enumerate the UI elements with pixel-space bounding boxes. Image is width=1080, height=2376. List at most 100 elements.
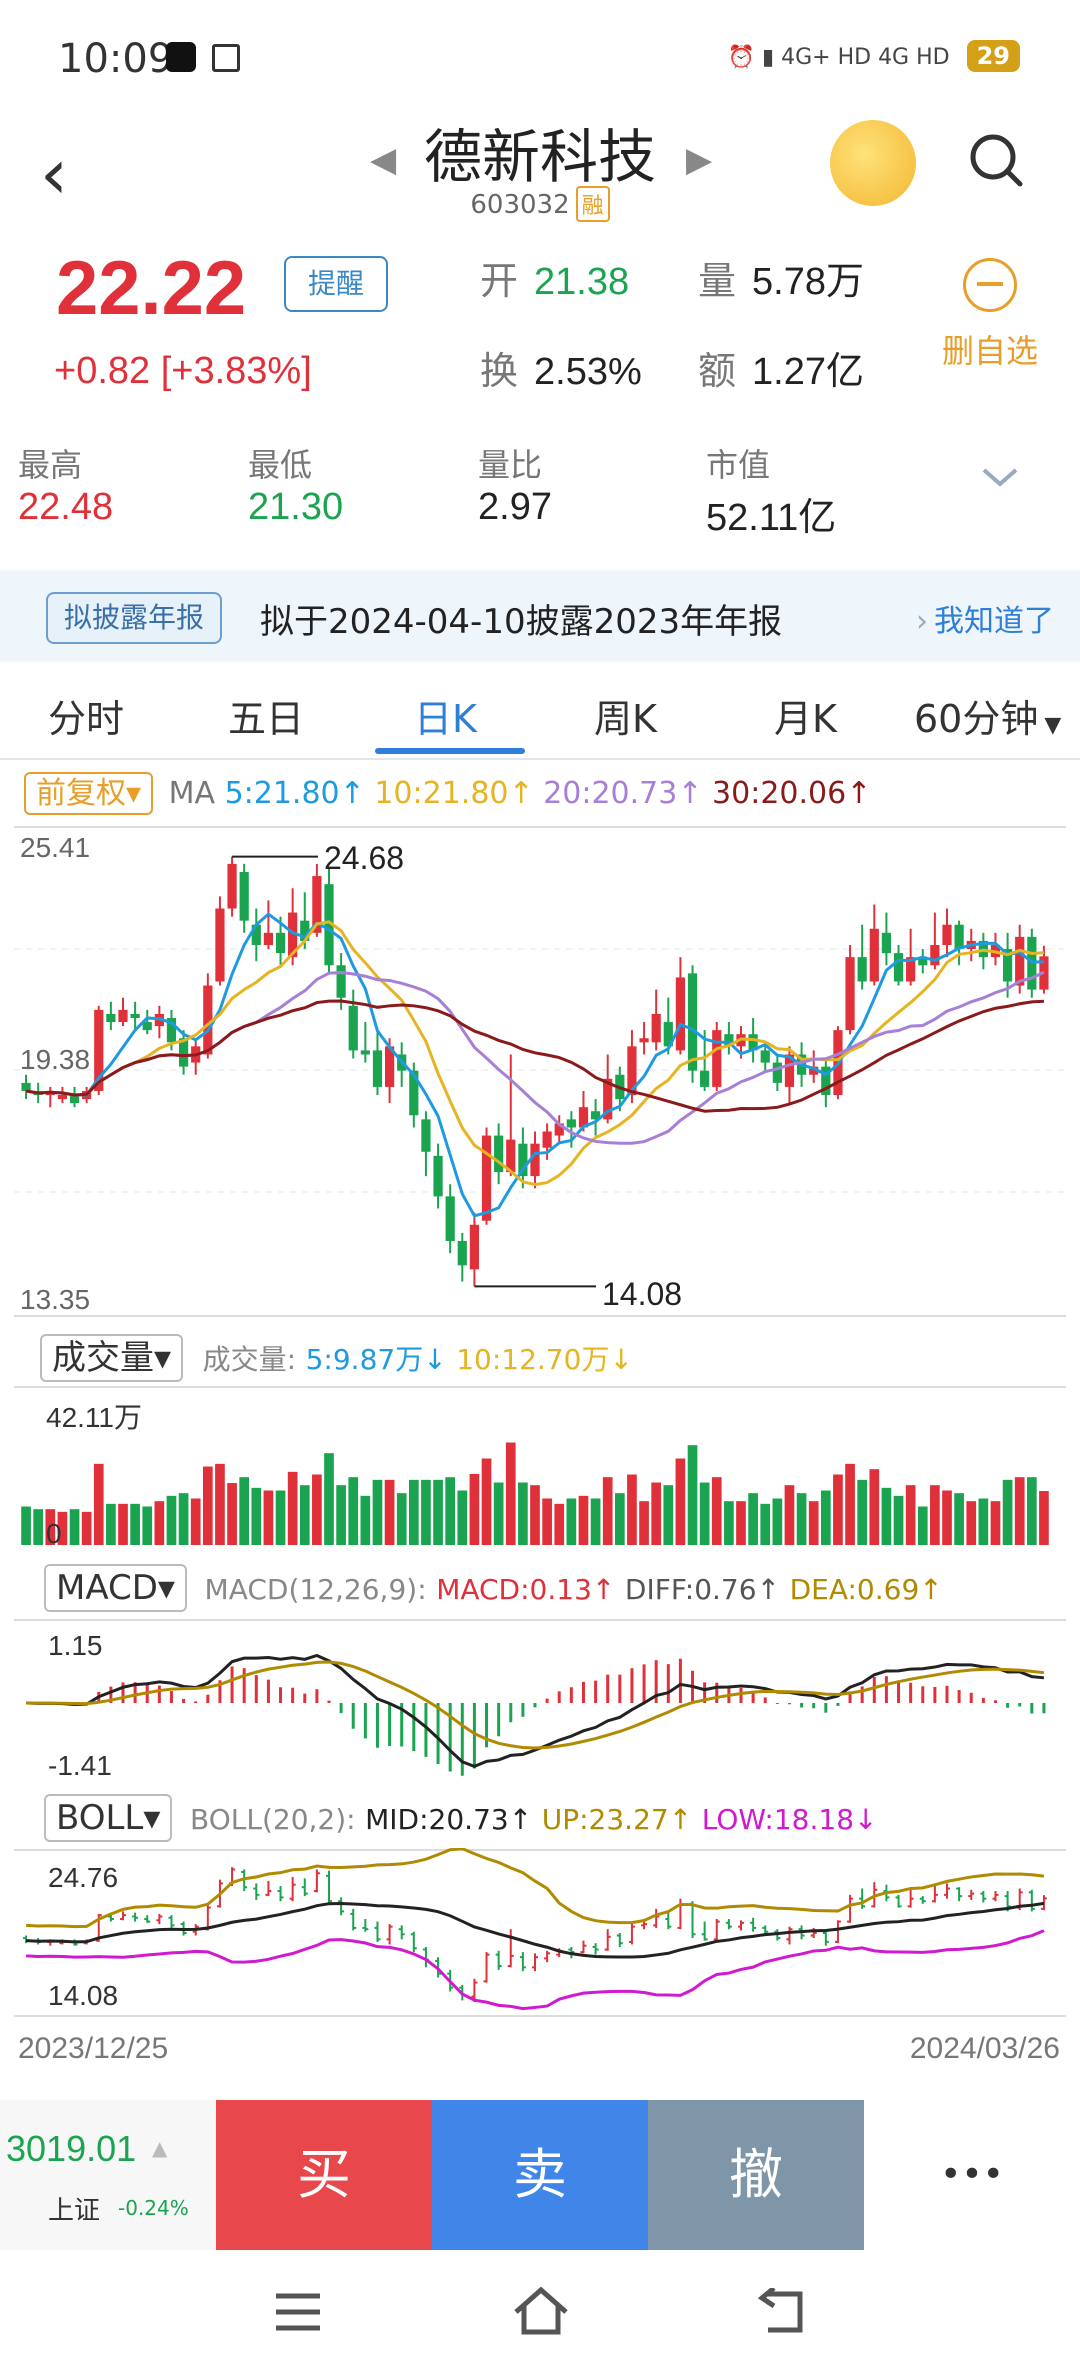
next-stock-icon[interactable]: ▶ bbox=[686, 140, 712, 180]
high-annotation: 24.68 bbox=[324, 840, 405, 876]
stock-code-row: 603032 融 bbox=[0, 186, 1080, 222]
y-axis-top: 25.41 bbox=[20, 832, 91, 863]
volume-y-zero: 0 bbox=[46, 1518, 62, 1549]
volume-bar bbox=[772, 1498, 783, 1545]
boll-params: BOLL(20,2): bbox=[190, 1803, 356, 1836]
volume-bar bbox=[930, 1485, 940, 1545]
boll-up-text: UP:23.27 bbox=[541, 1803, 669, 1836]
remind-button[interactable]: 提醒 bbox=[284, 256, 388, 312]
indicator-selector-boll[interactable]: BOLL▾ bbox=[44, 1794, 173, 1842]
dea-value-text: DEA:0.69 bbox=[789, 1573, 920, 1606]
volume-bar bbox=[627, 1474, 637, 1545]
macd-legend: MACD▾ MACD(12,26,9): MACD:0.13↑ DIFF:0.7… bbox=[44, 1564, 943, 1612]
candle-body bbox=[772, 1062, 782, 1083]
candle-body bbox=[57, 1095, 68, 1100]
tab-intraday[interactable]: 分时 bbox=[48, 688, 124, 743]
macd-value: MACD:0.13↑ bbox=[436, 1573, 616, 1606]
adjust-selector[interactable]: 前复权▾ bbox=[24, 772, 154, 815]
candle-body bbox=[348, 1005, 358, 1051]
buy-button[interactable]: 买 bbox=[216, 2100, 432, 2250]
gift-icon bbox=[212, 44, 240, 72]
more-button[interactable]: ••• bbox=[864, 2100, 1080, 2250]
macd-selector-label: MACD bbox=[56, 1568, 158, 1608]
volume-bar bbox=[808, 1501, 819, 1545]
back-nav-icon[interactable] bbox=[756, 2288, 808, 2336]
stock-name: 德新科技 bbox=[423, 123, 656, 191]
volume-y-top: 42.11万 bbox=[46, 1402, 142, 1433]
candlestick-chart[interactable] bbox=[0, 824, 1080, 1324]
tab-five-day[interactable]: 五日 bbox=[228, 688, 304, 743]
volume-bar bbox=[106, 1503, 116, 1545]
tab-daily-k[interactable]: 日K bbox=[414, 688, 477, 743]
volume-bar bbox=[348, 1477, 359, 1545]
tab-60min[interactable]: 60分钟 ▼ bbox=[914, 688, 1061, 743]
indicator-selector-volume[interactable]: 成交量▾ bbox=[40, 1334, 184, 1382]
volume-bar bbox=[917, 1506, 928, 1545]
status-bar: 10:09 ⏰ ▮ 4G+ HD 4G HD 29 bbox=[0, 0, 1080, 110]
expand-chevron-icon[interactable] bbox=[978, 462, 1022, 492]
volume-legend: 成交量▾ 成交量: 5:9.87万↓ 10:12.70万↓ bbox=[40, 1330, 633, 1382]
search-icon[interactable] bbox=[966, 130, 1026, 190]
volume-bar bbox=[554, 1503, 565, 1545]
volume-bar bbox=[711, 1477, 722, 1545]
volume-bar bbox=[21, 1506, 31, 1545]
open-field: 开 21.38 bbox=[480, 250, 629, 305]
delete-watchlist-button[interactable]: 删自选 bbox=[935, 258, 1045, 372]
volume-bar bbox=[142, 1506, 153, 1545]
candle-body bbox=[881, 932, 892, 954]
candle-body bbox=[336, 965, 346, 998]
stat-volume-ratio: 量比 2.97 bbox=[478, 440, 552, 529]
signal-1: 4G+ HD bbox=[781, 45, 872, 70]
volume-bar bbox=[614, 1493, 625, 1545]
home-icon[interactable] bbox=[512, 2284, 570, 2338]
index-change: -0.24% bbox=[118, 2196, 189, 2220]
volume-bar bbox=[457, 1490, 468, 1545]
candle-body bbox=[893, 953, 904, 982]
status-time: 10:09 bbox=[58, 36, 174, 82]
menu-icon[interactable] bbox=[272, 2290, 324, 2334]
date-start: 2023/12/25 bbox=[18, 2032, 169, 2065]
index-ticker[interactable]: 3019.01 ▲ 上证 -0.24% bbox=[0, 2100, 216, 2250]
macd-y-bottom: -1.41 bbox=[48, 1750, 112, 1781]
volume-bar bbox=[384, 1479, 395, 1545]
adjust-label: 前复权 bbox=[36, 776, 126, 811]
diff-value: DIFF:0.76↑ bbox=[624, 1573, 781, 1606]
sell-button[interactable]: 卖 bbox=[432, 2100, 648, 2250]
cancel-order-button[interactable]: 撤 bbox=[648, 2100, 864, 2250]
candle-body bbox=[675, 977, 686, 1051]
volume-bar bbox=[239, 1477, 250, 1545]
margin-badge: 融 bbox=[575, 186, 610, 222]
diff-value-text: DIFF:0.76 bbox=[624, 1573, 757, 1606]
candle-body bbox=[457, 1240, 467, 1266]
tab-monthly-k[interactable]: 月K bbox=[774, 688, 837, 743]
tab-weekly-k[interactable]: 周K bbox=[594, 688, 657, 743]
candle-body bbox=[930, 944, 940, 966]
candle-body bbox=[857, 957, 867, 982]
macd-value-text: MACD:0.13 bbox=[436, 1573, 592, 1606]
candle-body bbox=[263, 932, 274, 945]
volume-selector-label: 成交量 bbox=[52, 1338, 154, 1378]
candle-body bbox=[942, 924, 952, 945]
boll-mid-text: MID:20.73 bbox=[365, 1803, 509, 1836]
mascot-avatar[interactable] bbox=[830, 120, 916, 206]
volume-bar bbox=[69, 1509, 80, 1545]
candle-body bbox=[869, 928, 879, 982]
amount-label: 额 bbox=[698, 351, 737, 393]
volume-bar bbox=[493, 1482, 504, 1545]
volume-bar bbox=[215, 1463, 225, 1545]
y-axis-bottom: 13.35 bbox=[20, 1284, 91, 1315]
volume-bar bbox=[639, 1501, 649, 1545]
volume-bar bbox=[942, 1490, 952, 1545]
signal-2: 4G HD bbox=[878, 45, 950, 70]
chevron-right-icon: › bbox=[916, 604, 928, 639]
indicator-selector-macd[interactable]: MACD▾ bbox=[44, 1564, 187, 1612]
volume-bar bbox=[796, 1493, 807, 1545]
boll-y-bottom: 14.08 bbox=[48, 1980, 119, 2011]
volume-bar bbox=[299, 1485, 310, 1545]
volume-bar bbox=[396, 1493, 407, 1545]
candle-body bbox=[21, 1082, 31, 1091]
ma10-value: 10:21.80↑ bbox=[374, 776, 534, 811]
volume-bar bbox=[736, 1501, 746, 1545]
volume-bar bbox=[881, 1487, 892, 1545]
banner-dismiss-link[interactable]: › 我知道了 bbox=[916, 596, 1054, 640]
